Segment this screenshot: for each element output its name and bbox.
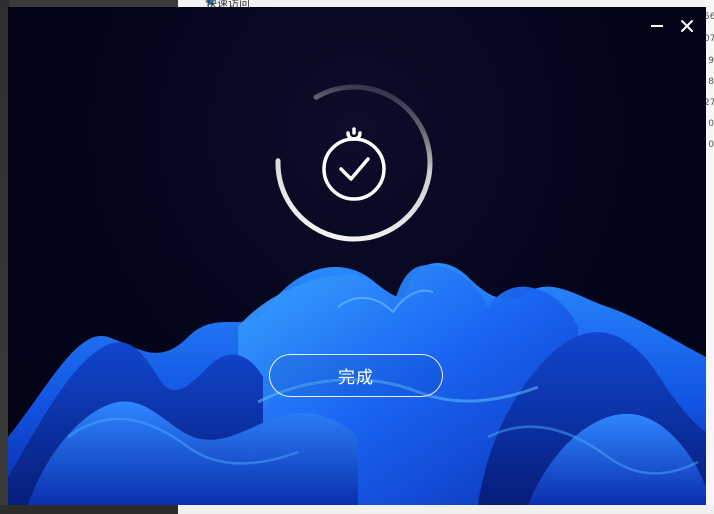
installer-window: 完成	[8, 7, 706, 505]
alarm-check-icon	[322, 127, 386, 201]
close-icon	[681, 20, 693, 32]
close-button[interactable]	[676, 15, 698, 37]
minimize-button[interactable]	[646, 15, 668, 37]
minimize-icon	[651, 25, 663, 27]
background-explorer-bottom	[178, 505, 714, 514]
completion-ring	[275, 84, 433, 242]
done-button[interactable]: 完成	[269, 354, 443, 397]
